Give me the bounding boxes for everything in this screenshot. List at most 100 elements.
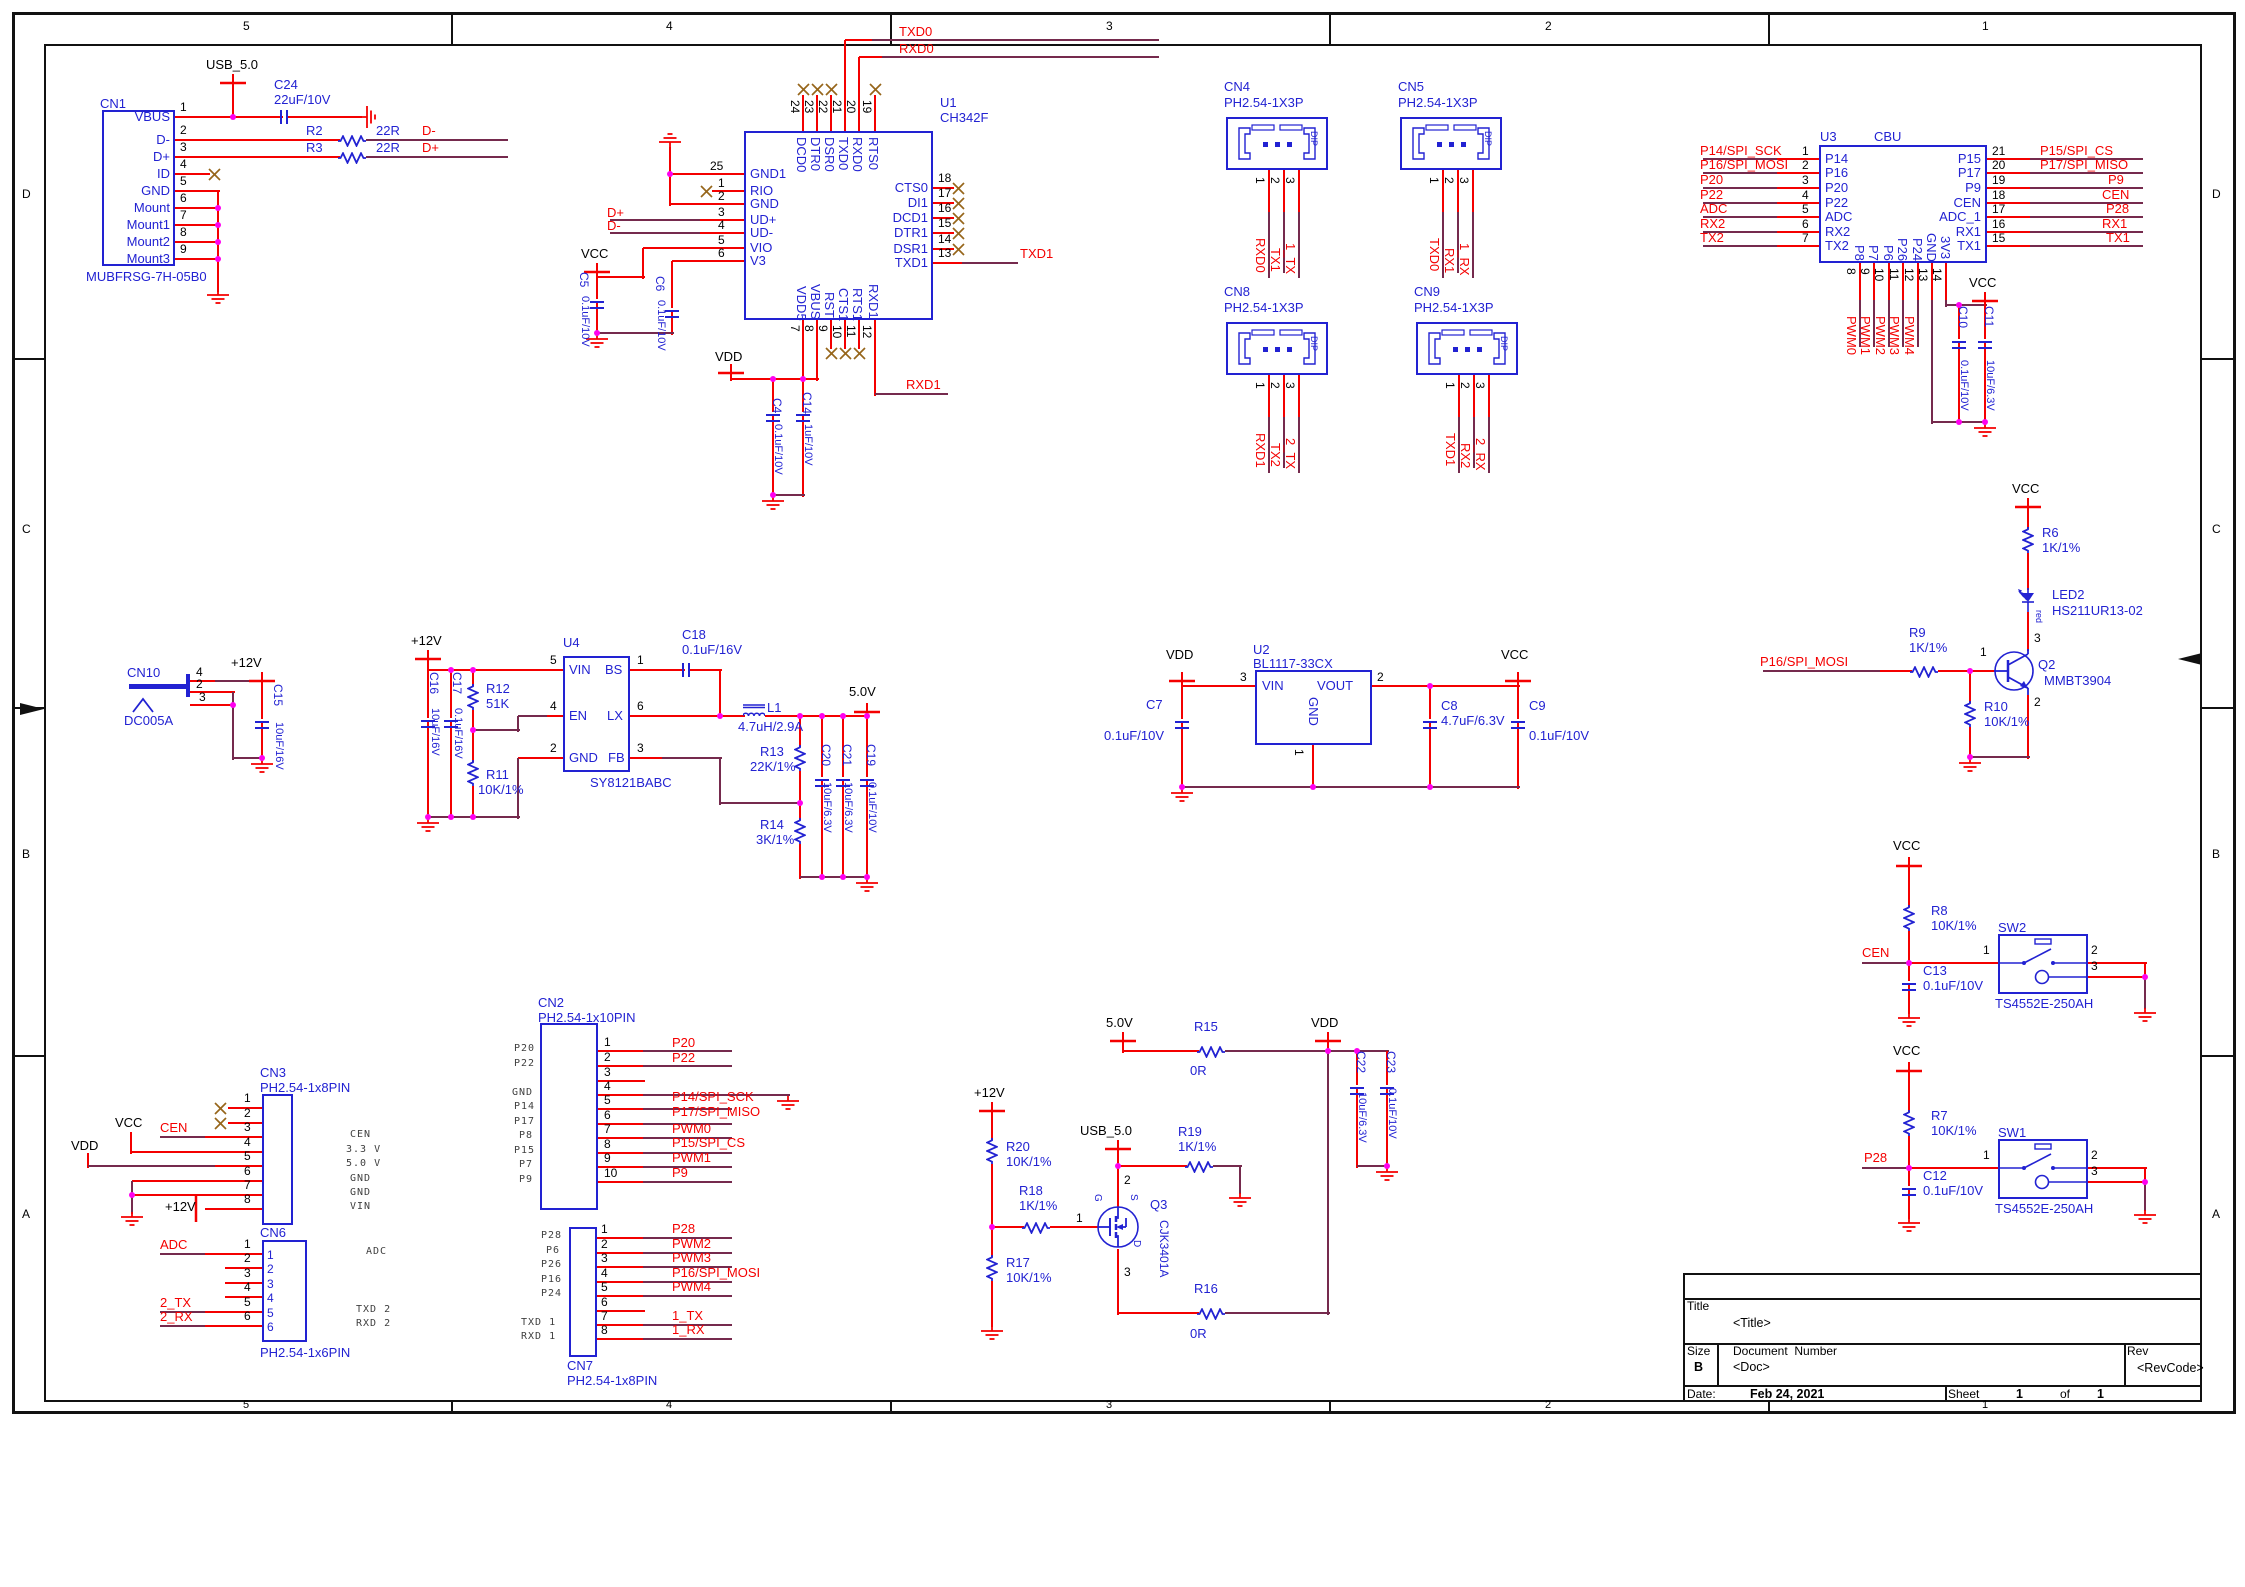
zone-label-left: D xyxy=(22,188,31,201)
label-p17: P17 xyxy=(1925,166,1981,180)
wire xyxy=(2027,612,2029,651)
label-rxd0: RXD0 xyxy=(850,137,864,172)
label-dip: DIP xyxy=(1309,336,1318,351)
junction-dot xyxy=(1906,960,1912,966)
label-p7: P7 xyxy=(519,1160,533,1171)
label-3: 3 xyxy=(2091,1165,2098,1178)
zone-label-right: D xyxy=(2212,188,2221,201)
label-3: 3 xyxy=(1240,671,1247,684)
label-0-1uf-10v: 0.1uF/10V xyxy=(1529,729,1589,743)
label-r11: R11 xyxy=(486,768,509,782)
wire xyxy=(1931,300,1933,424)
frame-line xyxy=(2124,1343,2126,1387)
label-p8: P8 xyxy=(1852,245,1866,261)
label-p20: P20 xyxy=(672,1036,695,1050)
frame-line xyxy=(1683,1273,1685,1402)
wire xyxy=(1213,1165,1242,1167)
label-5: 5 xyxy=(718,234,725,247)
label-ph2-54-1x10pin: PH2.54-1x10PIN xyxy=(538,1011,636,1025)
label-0-1uf-10v: 0.1uF/10V xyxy=(1104,729,1164,743)
label-1: 1 xyxy=(244,1238,251,1251)
label-txd0: TXD0 xyxy=(899,25,932,39)
label-10k-1: 10K/1% xyxy=(478,783,524,797)
frame-line xyxy=(44,44,2202,46)
wire xyxy=(88,1165,217,1167)
junction-dot xyxy=(1179,784,1185,790)
junction-dot xyxy=(259,755,265,761)
header-CN5 xyxy=(1400,117,1503,176)
schematic-page: 5544332211DDCCBBAACN1MUBFRSG-7H-05B0USB_… xyxy=(0,0,2245,1587)
frame-line xyxy=(44,44,46,1402)
label-10k-1: 10K/1% xyxy=(1006,1271,1052,1285)
rev-value: <RevCode> xyxy=(2137,1362,2204,1375)
resistor-R3 xyxy=(338,151,366,169)
label-3-3-v: 3.3 V xyxy=(346,1145,381,1156)
junction-dot xyxy=(1967,668,1973,674)
label-adc: ADC xyxy=(160,1238,187,1252)
frame-line xyxy=(12,1411,2236,1414)
label-4-7uh-2-9a: 4.7uH/2.9A xyxy=(738,720,803,734)
label-22k-1: 22K/1% xyxy=(750,760,796,774)
label-10k-1: 10K/1% xyxy=(1006,1155,1052,1169)
label-gnd: GND xyxy=(350,1188,371,1199)
wire xyxy=(662,757,722,759)
label-ts4552e-250ah: TS4552E-250AH xyxy=(1995,997,2093,1011)
wire xyxy=(1123,1050,1199,1052)
label-c17: C17 xyxy=(450,672,463,694)
label-pwm3: PWM3 xyxy=(1887,316,1901,355)
frame-line xyxy=(2233,12,2236,1414)
label-dip: DIP xyxy=(1483,131,1492,146)
label-cn4: CN4 xyxy=(1224,80,1250,94)
wire xyxy=(1777,202,1821,204)
ground xyxy=(775,1096,801,1116)
label-p14: P14 xyxy=(1825,152,1848,166)
zone-label-right: A xyxy=(2212,1208,2220,1221)
junction-dot xyxy=(797,800,803,806)
sheet-number: 1 xyxy=(2016,1388,2023,1401)
label-c23: C23 xyxy=(1384,1051,1397,1073)
junction-dot xyxy=(215,239,221,245)
label-1: 1 xyxy=(244,1092,251,1105)
wire xyxy=(1372,685,1520,687)
label-2: 2 xyxy=(244,1252,251,1265)
label-cn7: CN7 xyxy=(567,1359,593,1373)
label-p16-spi-mosi: P16/SPI_MOSI xyxy=(1700,158,1788,172)
wire xyxy=(2030,172,2143,174)
wire xyxy=(205,1253,264,1255)
label-cn9: CN9 xyxy=(1414,285,1440,299)
label-10uf-16v: 10uF/16V xyxy=(272,722,284,770)
label-p14-spi-sck: P14/SPI_SCK xyxy=(672,1090,754,1104)
resistor-R6 xyxy=(2022,527,2034,558)
label-0r: 0R xyxy=(1190,1327,1207,1341)
label-u2: U2 xyxy=(1253,643,1270,657)
frame-line xyxy=(1945,1385,1947,1402)
resistor-R16 xyxy=(1197,1307,1225,1325)
frame-line xyxy=(2200,44,2202,1402)
wire xyxy=(175,116,283,118)
junction-dot xyxy=(230,114,236,120)
resistor-R14 xyxy=(794,818,806,849)
label-ch342f: CH342F xyxy=(940,111,988,125)
label-p14-spi-sck: P14/SPI_SCK xyxy=(1700,144,1782,158)
junction-dot xyxy=(1115,1163,1121,1169)
label-7: 7 xyxy=(788,325,801,332)
wire xyxy=(1327,1051,1329,1315)
no-connect-x xyxy=(797,83,810,101)
label-1: 1 xyxy=(1983,1149,1990,1162)
wire xyxy=(1917,300,1919,347)
label-cen: CEN xyxy=(1862,946,1889,960)
no-connect-x xyxy=(825,347,838,365)
label-20: 20 xyxy=(844,100,857,113)
label-18: 18 xyxy=(938,172,951,185)
ground xyxy=(249,759,275,779)
junction-dot xyxy=(1967,754,1973,760)
label-0r: 0R xyxy=(1190,1064,1207,1078)
label-2: 2 xyxy=(180,124,187,137)
label-tx2: TX2 xyxy=(1700,231,1724,245)
wire xyxy=(670,173,746,175)
label-cen: CEN xyxy=(350,1130,371,1141)
label-p8: P8 xyxy=(519,1131,533,1142)
label-g: G xyxy=(1092,1194,1103,1202)
label-d: D- xyxy=(106,133,170,147)
label-3v3: 3V3 xyxy=(1938,236,1952,259)
